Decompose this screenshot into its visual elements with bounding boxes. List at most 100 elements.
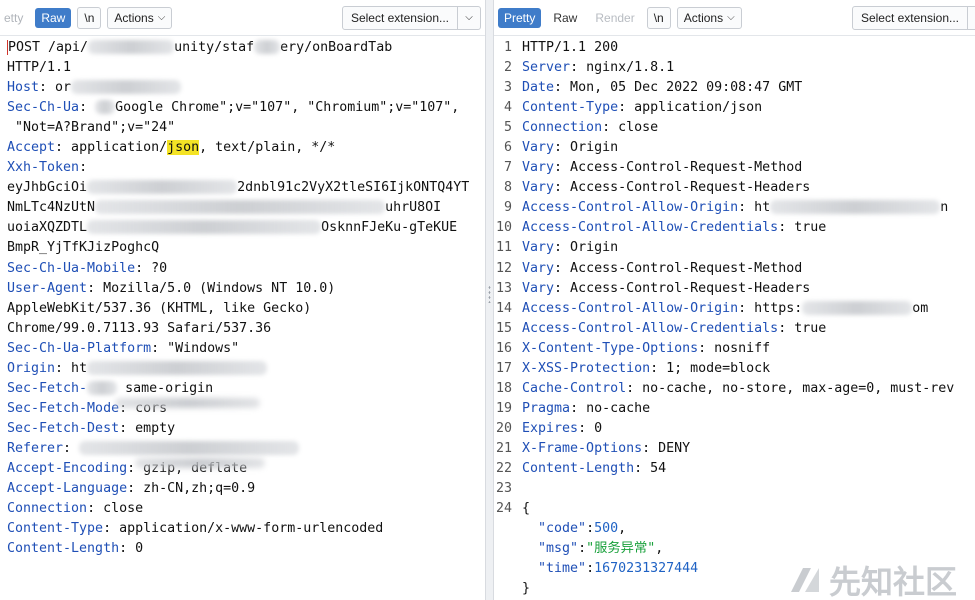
tab-pretty[interactable]: etty — [4, 8, 29, 28]
header-key: Vary — [522, 280, 555, 296]
header-value: HTTP/1.1 — [7, 60, 72, 76]
header-key: Accept-Language — [7, 481, 128, 497]
header-value: "服务异常" — [586, 541, 656, 557]
header-key: User-Agent — [7, 280, 88, 296]
response-line: 22 Content-Length: 54 — [494, 459, 975, 479]
header-value: : application/x-www-form-urlencoded — [103, 521, 384, 537]
request-line: Xxh-Token: — [7, 158, 485, 178]
header-key: Vary — [522, 180, 555, 196]
header-key: Content-Type — [522, 100, 619, 116]
header-value: : Origin — [554, 140, 619, 156]
select-extension-dropdown[interactable]: Select extension... ⌵ — [851, 5, 975, 30]
redaction-blur — [87, 180, 238, 195]
header-value: : application/json — [618, 100, 763, 116]
line-number: 24 — [495, 501, 512, 517]
header-key: X-Frame-Options — [522, 440, 643, 456]
header-value: 2dnbl91c2VyX2tleSI6IjkONTQ4YT — [237, 180, 470, 196]
header-value: : no-cache — [570, 400, 651, 416]
header-value: : Access-Control-Request-Method — [554, 260, 803, 276]
request-line: Host: or — [7, 78, 485, 98]
header-value: BmpR_YjTfKJizPoghcQ — [7, 240, 160, 256]
response-line: 24 { — [494, 499, 975, 519]
header-value: : 54 — [634, 460, 667, 476]
chevron-down-icon: ⌵ — [967, 6, 975, 29]
actions-label: Actions — [683, 10, 724, 25]
header-value: : — [79, 160, 88, 176]
header-value: om — [912, 300, 929, 316]
newline-toggle[interactable]: \n — [77, 6, 102, 29]
newline-toggle[interactable]: \n — [646, 6, 671, 29]
line-number: 18 — [495, 380, 512, 396]
header-value: : — [578, 541, 587, 557]
header-key: Access-Control-Allow-Credentials — [522, 220, 779, 236]
header-value: : true — [778, 220, 827, 236]
redaction-blur — [115, 398, 260, 408]
line-number: 9 — [503, 200, 512, 216]
header-value: unity/staf — [174, 40, 255, 55]
header-value: , — [618, 521, 627, 537]
header-value: : 0 — [119, 541, 144, 557]
header-value: : nosniff — [698, 340, 771, 356]
header-key: Server — [522, 60, 571, 76]
chevron-down-icon: ⌵ — [457, 6, 480, 29]
header-key: Sec-Ch-Ua-Platform — [7, 340, 152, 356]
response-editor[interactable]: 1 HTTP/1.1 200 2 Server: nginx/1.8.1 3 Dat… — [494, 36, 975, 599]
header-key: X-XSS-Protection — [522, 360, 651, 376]
line-number: 2 — [503, 60, 512, 76]
line-number: 22 — [495, 460, 512, 476]
header-key: "msg" — [522, 541, 579, 557]
line-number: 1 — [503, 40, 512, 55]
header-key: "time" — [522, 561, 587, 577]
request-line: Sec-Fetch-Dest: empty — [7, 419, 485, 439]
header-key: Sec-Ch-Ua-Mobile — [7, 260, 136, 276]
header-value: : no-cache, no-store, max-age=0, must-re… — [626, 380, 955, 396]
request-pane: etty Raw \n Actions ⌵ Select extension..… — [0, 0, 485, 600]
actions-menu[interactable]: Actions ⌵ — [107, 6, 173, 29]
actions-menu[interactable]: Actions ⌵ — [676, 6, 742, 29]
header-value: json — [167, 140, 200, 156]
select-extension-label: Select extension... — [860, 10, 959, 25]
header-value: : DENY — [642, 440, 691, 456]
line-number: 15 — [495, 320, 512, 336]
header-key: Accept — [7, 140, 56, 156]
header-value: ery/onBoardTab — [280, 40, 393, 55]
tab-raw[interactable]: Raw — [35, 7, 72, 28]
line-number: 7 — [503, 160, 512, 176]
header-key: Vary — [522, 240, 555, 256]
tab-raw[interactable]: Raw — [547, 8, 583, 28]
tab-pretty[interactable]: Pretty — [498, 7, 542, 28]
request-line: POST /api/unity/staf ery/onBoardTab — [7, 38, 485, 58]
line-number: 11 — [495, 240, 512, 256]
line-number: 23 — [495, 481, 512, 497]
header-key: X-Content-Type-Options — [522, 340, 699, 356]
response-line: 1 HTTP/1.1 200 — [494, 38, 975, 58]
header-value: : — [586, 561, 595, 577]
redaction-blur — [79, 440, 300, 455]
header-value: } — [522, 581, 531, 597]
header-key: Access-Control-Allow-Origin — [522, 300, 739, 316]
line-number: 5 — [503, 120, 512, 136]
response-line: 4 Content-Type: application/json — [494, 98, 975, 118]
header-key: Vary — [522, 260, 555, 276]
header-value: : ht — [55, 360, 88, 376]
header-value: { — [522, 501, 531, 517]
request-line: AppleWebKit/537.36 (KHTML, like Gecko) — [7, 299, 485, 319]
tab-render[interactable]: Render — [589, 8, 640, 28]
pane-splitter[interactable] — [485, 0, 494, 600]
chevron-down-icon: ⌵ — [727, 11, 735, 23]
header-value: HTTP/1.1 200 — [522, 40, 619, 55]
header-value: : https: — [738, 300, 803, 316]
header-key: Vary — [522, 160, 555, 176]
line-number: 13 — [495, 280, 512, 296]
line-number: 8 — [503, 180, 512, 196]
header-value: : — [79, 100, 96, 116]
header-key: Origin — [7, 360, 56, 376]
select-extension-dropdown[interactable]: Select extension... ⌵ — [341, 5, 481, 30]
header-value: : Mon, 05 Dec 2022 09:08:47 GMT — [554, 80, 803, 96]
response-line: 17 X-XSS-Protection: 1; mode=block — [494, 359, 975, 379]
request-editor[interactable]: POST /api/unity/staf ery/onBoardTab HTTP/1… — [0, 36, 485, 559]
request-line: Sec-Fetch- same-origin — [7, 379, 485, 399]
header-key: Access-Control-Allow-Credentials — [522, 320, 779, 336]
header-value: : true — [778, 320, 827, 336]
line-number: 17 — [495, 360, 512, 376]
